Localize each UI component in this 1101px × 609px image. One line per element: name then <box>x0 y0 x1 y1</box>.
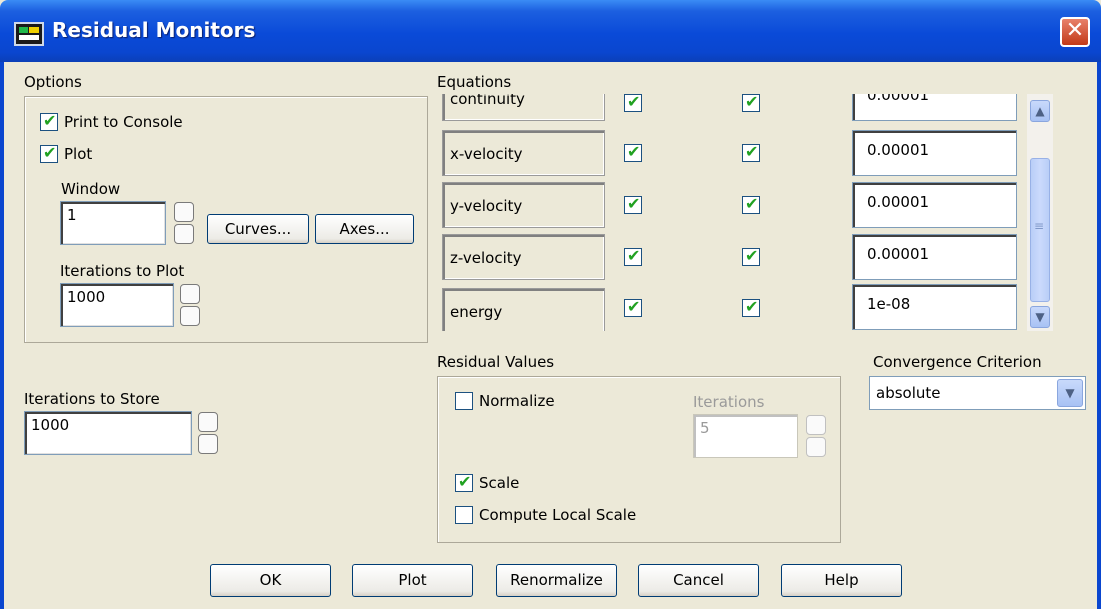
check-icon: ✔ <box>745 194 759 213</box>
ok-button[interactable]: OK <box>210 564 331 597</box>
iterations-to-store-label: Iterations to Store <box>24 390 160 408</box>
iterations-spin-up[interactable] <box>806 415 826 435</box>
equation-monitor-checkbox[interactable]: ✔ <box>742 142 760 162</box>
grip-icon: ≡ <box>1034 219 1045 233</box>
iterations-to-plot-label: Iterations to Plot <box>60 262 185 280</box>
convergence-criterion-select[interactable]: absolute ▼ <box>869 376 1086 410</box>
iterations-label: Iterations <box>693 393 765 411</box>
iterations-to-store-field[interactable]: 1000 <box>24 411 192 455</box>
cancel-button[interactable]: Cancel <box>638 564 759 597</box>
convergence-criterion-field[interactable]: 1e-08 <box>852 284 1017 330</box>
chevron-down-icon[interactable]: ▼ <box>1057 379 1083 407</box>
equation-check-checkbox[interactable]: ✔ <box>624 194 642 214</box>
equation-name: energy <box>442 288 605 331</box>
options-label: Options <box>24 73 82 91</box>
residual-values-label: Residual Values <box>437 353 555 371</box>
iterations-spin-down[interactable] <box>806 437 826 457</box>
check-icon: ✔ <box>627 246 641 265</box>
equation-name: continuity <box>442 94 605 121</box>
check-icon: ✔ <box>43 111 57 130</box>
check-icon: ✔ <box>627 297 641 316</box>
compute-local-scale-label: Compute Local Scale <box>479 506 637 524</box>
equation-monitor-checkbox[interactable]: ✔ <box>742 297 760 317</box>
check-icon: ✔ <box>627 94 641 111</box>
equation-name: x-velocity <box>442 130 605 176</box>
convergence-criterion-field[interactable]: 0.00001 <box>852 182 1017 228</box>
window-spin-up[interactable] <box>174 202 194 222</box>
check-icon: ✔ <box>745 297 759 316</box>
equation-check-checkbox[interactable]: ✔ <box>624 94 642 112</box>
check-icon: ✔ <box>745 142 759 161</box>
equation-name: y-velocity <box>442 182 605 228</box>
iterations-to-plot-spin-up[interactable] <box>180 284 200 304</box>
close-button[interactable]: ✕ <box>1060 17 1090 47</box>
convergence-criterion-field[interactable]: 0.00001 <box>852 234 1017 280</box>
equation-check-checkbox[interactable]: ✔ <box>624 297 642 317</box>
scroll-thumb[interactable]: ≡ <box>1030 158 1050 302</box>
check-icon: ✔ <box>745 94 759 111</box>
equation-monitor-checkbox[interactable]: ✔ <box>742 94 760 112</box>
window-label: Window <box>61 180 121 198</box>
plot-checkbox[interactable]: ✔ <box>40 143 58 163</box>
check-icon: ✔ <box>458 472 472 491</box>
equation-monitor-checkbox[interactable]: ✔ <box>742 194 760 214</box>
window-frame-right <box>1097 62 1101 609</box>
scroll-up-button[interactable]: ▲ <box>1030 100 1050 122</box>
window-title: Residual Monitors <box>52 18 256 42</box>
print-to-console-checkbox[interactable]: ✔ <box>40 111 58 131</box>
renormalize-button[interactable]: Renormalize <box>496 564 617 597</box>
check-icon: ✔ <box>627 142 641 161</box>
help-button[interactable]: Help <box>781 564 902 597</box>
convergence-criterion-value: absolute <box>876 384 941 402</box>
iterations-to-plot-spin-down[interactable] <box>180 306 200 326</box>
equation-check-checkbox[interactable]: ✔ <box>624 246 642 266</box>
check-icon: ✔ <box>43 143 57 162</box>
curves-button[interactable]: Curves... <box>207 214 309 244</box>
window-number-field[interactable]: 1 <box>60 201 166 245</box>
convergence-criterion-label: Convergence Criterion <box>873 353 1042 371</box>
scale-label: Scale <box>479 474 520 492</box>
scale-checkbox[interactable]: ✔ <box>455 472 473 492</box>
equations-label: Equations <box>437 73 512 91</box>
iterations-field[interactable]: 5 <box>693 414 798 458</box>
normalize-checkbox[interactable] <box>455 392 473 410</box>
app-icon <box>14 22 44 46</box>
window-spin-down[interactable] <box>174 224 194 244</box>
axes-button[interactable]: Axes... <box>315 214 414 244</box>
check-icon: ✔ <box>627 194 641 213</box>
iterations-to-store-spin-down[interactable] <box>198 434 218 454</box>
window-frame-left <box>0 62 4 609</box>
convergence-criterion-field[interactable]: 0.00001 <box>852 94 1017 121</box>
print-to-console-label: Print to Console <box>64 113 183 131</box>
equation-name: z-velocity <box>442 234 605 280</box>
convergence-criterion-field[interactable]: 0.00001 <box>852 130 1017 176</box>
equation-check-checkbox[interactable]: ✔ <box>624 142 642 162</box>
plot-button[interactable]: Plot <box>352 564 473 597</box>
equations-table: continuity ✔ ✔ 0.00001 x-velocity ✔ ✔ 0.… <box>437 94 1027 331</box>
scroll-down-button[interactable]: ▼ <box>1030 306 1050 328</box>
normalize-label: Normalize <box>479 392 555 410</box>
plot-label: Plot <box>64 145 93 163</box>
compute-local-scale-checkbox[interactable] <box>455 506 473 524</box>
iterations-to-plot-field[interactable]: 1000 <box>60 283 174 327</box>
equation-monitor-checkbox[interactable]: ✔ <box>742 246 760 266</box>
iterations-to-store-spin-up[interactable] <box>198 412 218 432</box>
check-icon: ✔ <box>745 246 759 265</box>
